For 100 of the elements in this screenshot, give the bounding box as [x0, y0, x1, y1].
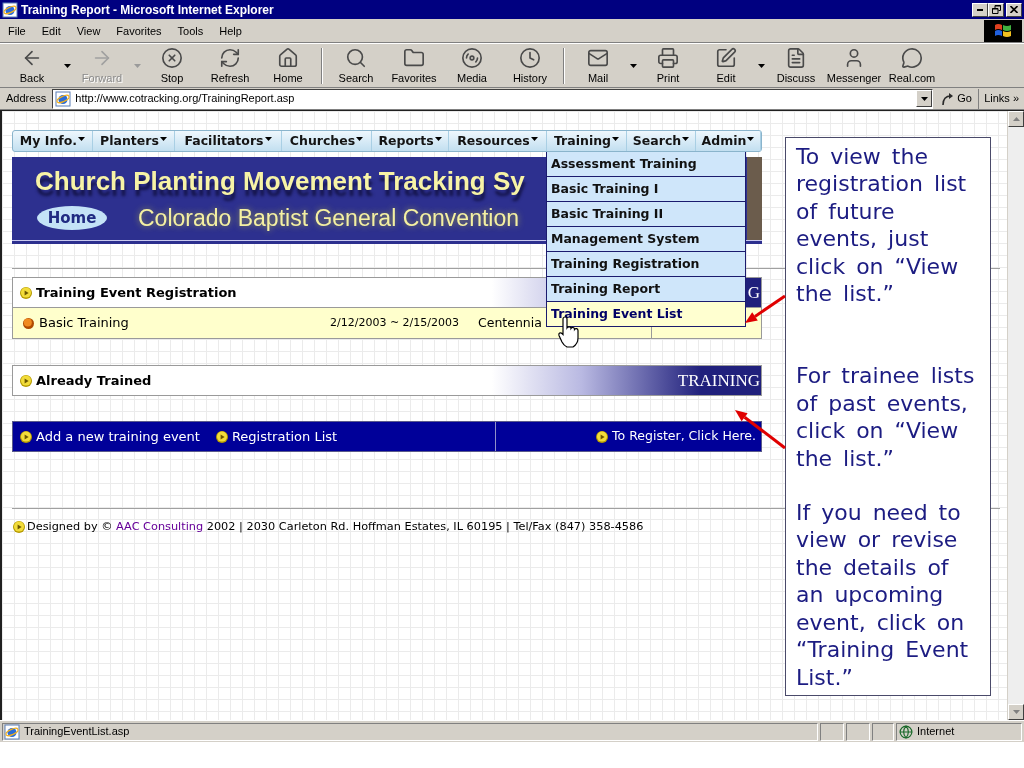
- caret-icon: [434, 137, 442, 141]
- event-name: Basic Training: [39, 314, 129, 333]
- toolbar-button[interactable]: Mail: [569, 44, 627, 87]
- nav-menu-item[interactable]: My Info.: [13, 131, 92, 151]
- minimize-button[interactable]: [972, 2, 988, 17]
- caret-icon: [757, 63, 765, 68]
- menu-item[interactable]: File: [0, 23, 34, 38]
- nav-menu-item[interactable]: Training: [547, 131, 626, 151]
- caret-icon: [63, 63, 71, 68]
- toolbar-button[interactable]: Edit: [697, 44, 755, 87]
- nav-menu-item[interactable]: Reports: [372, 131, 448, 151]
- address-dropdown-button[interactable]: [916, 90, 933, 107]
- page-globe-icon: [2, 1, 18, 18]
- caret-icon: [356, 137, 364, 141]
- links-button[interactable]: Links »: [979, 88, 1024, 109]
- status-pane: [820, 722, 844, 741]
- menu-item[interactable]: View: [68, 23, 109, 38]
- close-button[interactable]: [1006, 2, 1022, 17]
- nav-menu-item[interactable]: Search: [627, 131, 695, 151]
- toolbar-button[interactable]: Print: [639, 44, 697, 87]
- section-title: Training Event Registration: [36, 283, 237, 302]
- caret-icon: [159, 137, 167, 141]
- callout-text: For trainee lists of past events, click on “View the list.”: [796, 362, 976, 473]
- banner-subtitle: Colorado Baptist General Convention: [138, 204, 519, 232]
- action-link[interactable]: To Register, Click Here.: [596, 427, 756, 446]
- up-triangle-icon: [1012, 117, 1020, 121]
- nav-menu-item[interactable]: Churches: [282, 131, 371, 151]
- caret-icon: [629, 63, 637, 68]
- scroll-up-button[interactable]: [1008, 111, 1024, 127]
- toolbar-button[interactable]: History: [501, 44, 559, 87]
- nav-menu-item[interactable]: Facilitators: [175, 131, 281, 151]
- banner-title: Church Planting Movement Tracking Sy: [35, 166, 525, 196]
- speech-bubble-icon: [901, 47, 923, 69]
- toolbar-button[interactable]: Messenger: [825, 44, 883, 87]
- refresh-icon: [219, 47, 241, 69]
- caret-icon: [78, 137, 86, 141]
- section-banner-word: TRAINING: [677, 370, 760, 391]
- window-title: Training Report - Microsoft Internet Explorer: [21, 1, 274, 19]
- caret-icon: [264, 137, 272, 141]
- nav-menu-item[interactable]: Resources: [449, 131, 546, 151]
- caret-icon: [747, 137, 755, 141]
- section-title: Already Trained: [36, 371, 152, 390]
- toolbar-button[interactable]: Refresh: [201, 44, 259, 87]
- section-banner-word: G: [747, 282, 760, 303]
- nav-menu-item[interactable]: Admin: [696, 131, 760, 151]
- go-button[interactable]: Go: [935, 88, 980, 109]
- toolbar-button[interactable]: Real.com: [883, 44, 941, 87]
- house-icon: [277, 47, 299, 69]
- scroll-down-button[interactable]: [1008, 704, 1024, 720]
- caret-icon: [920, 96, 928, 101]
- status-pane: [846, 722, 870, 741]
- toolbar-button[interactable]: Media: [443, 44, 501, 87]
- minimize-icon: [977, 8, 983, 11]
- printer-icon: [657, 47, 679, 69]
- menu-item[interactable]: Help: [211, 23, 250, 38]
- caret-icon: [530, 137, 538, 141]
- zone-text: Internet: [917, 724, 955, 740]
- toolbar-button[interactable]: Stop: [143, 44, 201, 87]
- event-dates: 2/12/2003 ~ 2/15/2003: [330, 314, 459, 331]
- callout-text: To view the registration list of future events, just click on “View the list.”: [796, 143, 968, 308]
- nav-menu-item[interactable]: Planters: [93, 131, 174, 151]
- document-icon: [785, 47, 807, 69]
- callout-text: If you need to view or revise the details of an upcoming event, click on “Training Event List.”: [796, 499, 970, 691]
- disc-icon: [461, 47, 483, 69]
- address-field[interactable]: http://www.cotracking.org/TrainingReport.asp: [52, 88, 934, 109]
- caret-icon: [133, 63, 141, 68]
- pen-square-icon: [715, 47, 737, 69]
- globe-icon: [899, 724, 913, 739]
- consulting-link[interactable]: AAC Consulting: [116, 520, 204, 533]
- toolbar-button[interactable]: Search: [327, 44, 385, 87]
- footer-text: Designed by © AAC Consulting 2002 | 2030 Carleton Rd. Hoffman Estates, IL 60195 | Tel/Fax (847) 358-4586: [27, 519, 644, 535]
- close-icon: [1010, 6, 1018, 13]
- flag-logo-icon: [994, 22, 1012, 39]
- x-circle-icon: [161, 47, 183, 69]
- play-bullet-icon: [596, 430, 609, 443]
- menu-item[interactable]: Edit: [33, 23, 69, 38]
- play-bullet-icon: [13, 521, 25, 534]
- status-text: TrainingEventList.asp: [24, 724, 130, 740]
- search-icon: [345, 47, 367, 69]
- folder-icon: [403, 47, 425, 69]
- menu-item[interactable]: Tools: [169, 23, 212, 38]
- home-button[interactable]: Home: [37, 206, 107, 230]
- toolbar-button[interactable]: Back: [3, 44, 61, 87]
- caret-icon: [682, 137, 690, 141]
- toolbar-button[interactable]: Discuss: [767, 44, 825, 87]
- play-bullet-icon: [20, 430, 32, 443]
- restore-button[interactable]: [988, 2, 1004, 17]
- menu-item[interactable]: Favorites: [108, 23, 170, 38]
- down-triangle-icon: [1012, 710, 1020, 714]
- play-bullet-icon: [20, 286, 32, 299]
- action-link[interactable]: Add a new training event: [20, 426, 200, 447]
- play-bullet-icon: [20, 374, 32, 387]
- toolbar-button[interactable]: Favorites: [385, 44, 443, 87]
- event-location: Centennia: [478, 313, 542, 332]
- envelope-icon: [587, 47, 609, 69]
- dropdown-menu-item[interactable]: Training Event List: [547, 302, 745, 327]
- restore-icon: [991, 5, 1001, 14]
- action-link[interactable]: Registration List: [215, 426, 338, 447]
- caret-icon: [612, 137, 620, 141]
- toolbar-button[interactable]: Home: [259, 44, 317, 87]
